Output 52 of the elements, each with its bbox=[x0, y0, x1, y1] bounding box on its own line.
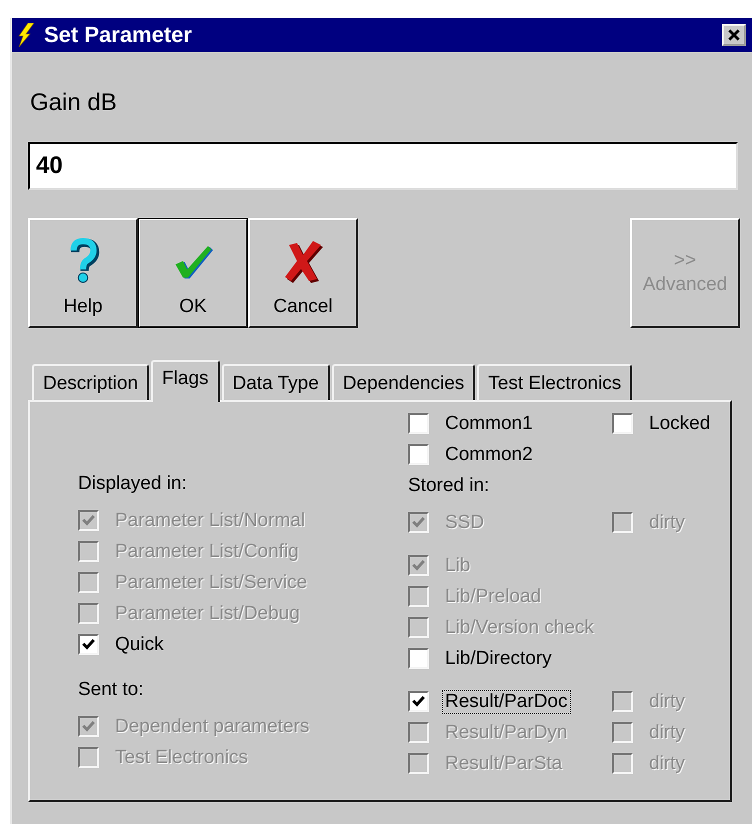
checkbox[interactable] bbox=[408, 444, 429, 465]
check-icon bbox=[81, 637, 96, 652]
checkbox[interactable] bbox=[408, 413, 429, 434]
check-icon bbox=[81, 513, 96, 528]
tab[interactable]: Test Electronics bbox=[477, 364, 632, 400]
value-field[interactable]: 40 bbox=[28, 142, 738, 190]
check-icon bbox=[411, 694, 426, 709]
dialog-button[interactable]: Cancel bbox=[248, 218, 358, 328]
checkbox-label: dirty bbox=[648, 752, 686, 774]
checkbox-label: Common1 bbox=[444, 412, 534, 434]
checkbox-label: Locked bbox=[648, 412, 712, 434]
checkbox-label: Lib/Preload bbox=[444, 586, 542, 608]
group-heading: Stored in: bbox=[408, 474, 490, 498]
check-icon bbox=[411, 558, 426, 573]
checkbox-label: Parameter List/Normal bbox=[114, 510, 306, 532]
checkbox-label: Result/ParDoc bbox=[443, 690, 570, 712]
cross-icon bbox=[283, 238, 323, 284]
checkbox-label: Common2 bbox=[444, 444, 534, 466]
checkbox[interactable] bbox=[408, 648, 429, 669]
checkbox-label: Parameter List/Service bbox=[114, 572, 308, 594]
check-icon bbox=[411, 515, 426, 530]
tab[interactable]: Description bbox=[32, 364, 150, 400]
checkbox-label: Parameter List/Config bbox=[114, 540, 300, 562]
checkbox-label: Dependent parameters bbox=[114, 716, 310, 738]
checkbox-label: dirty bbox=[648, 690, 686, 712]
close-icon bbox=[727, 28, 741, 42]
parameter-label: Gain dB bbox=[30, 88, 118, 118]
checkbox-label: dirty bbox=[648, 512, 686, 534]
checkbox-label: Lib/Version check bbox=[444, 616, 595, 638]
checkbox[interactable] bbox=[408, 691, 429, 712]
window-title: Set Parameter bbox=[44, 22, 192, 48]
checkbox-label: Lib/Directory bbox=[444, 648, 553, 670]
dialog-button[interactable]: Help bbox=[28, 218, 138, 328]
close-button[interactable] bbox=[722, 24, 746, 46]
checkbox-label: Parameter List/Debug bbox=[114, 602, 301, 624]
checkbox-label: dirty bbox=[648, 722, 686, 744]
checkbox-label: Test Electronics bbox=[114, 746, 250, 768]
checkbox-label: SSD bbox=[444, 512, 486, 534]
checkbox[interactable] bbox=[78, 634, 99, 655]
tab[interactable]: Flags bbox=[151, 360, 220, 402]
tab[interactable]: Data Type bbox=[222, 364, 330, 400]
checkbox[interactable] bbox=[612, 413, 633, 434]
checkbox-label: Result/ParDyn bbox=[444, 722, 568, 744]
dialog-button[interactable]: OK bbox=[138, 218, 248, 328]
tab[interactable]: Dependencies bbox=[332, 364, 476, 400]
group-heading: Sent to: bbox=[78, 678, 144, 702]
checkbox-label: Quick bbox=[114, 634, 165, 656]
lightning-icon bbox=[18, 23, 34, 47]
checkbox-label: Result/ParSta bbox=[444, 752, 564, 774]
check-icon bbox=[81, 719, 96, 734]
checkbox-label: Lib bbox=[444, 554, 472, 576]
group-heading: Displayed in: bbox=[78, 472, 188, 496]
